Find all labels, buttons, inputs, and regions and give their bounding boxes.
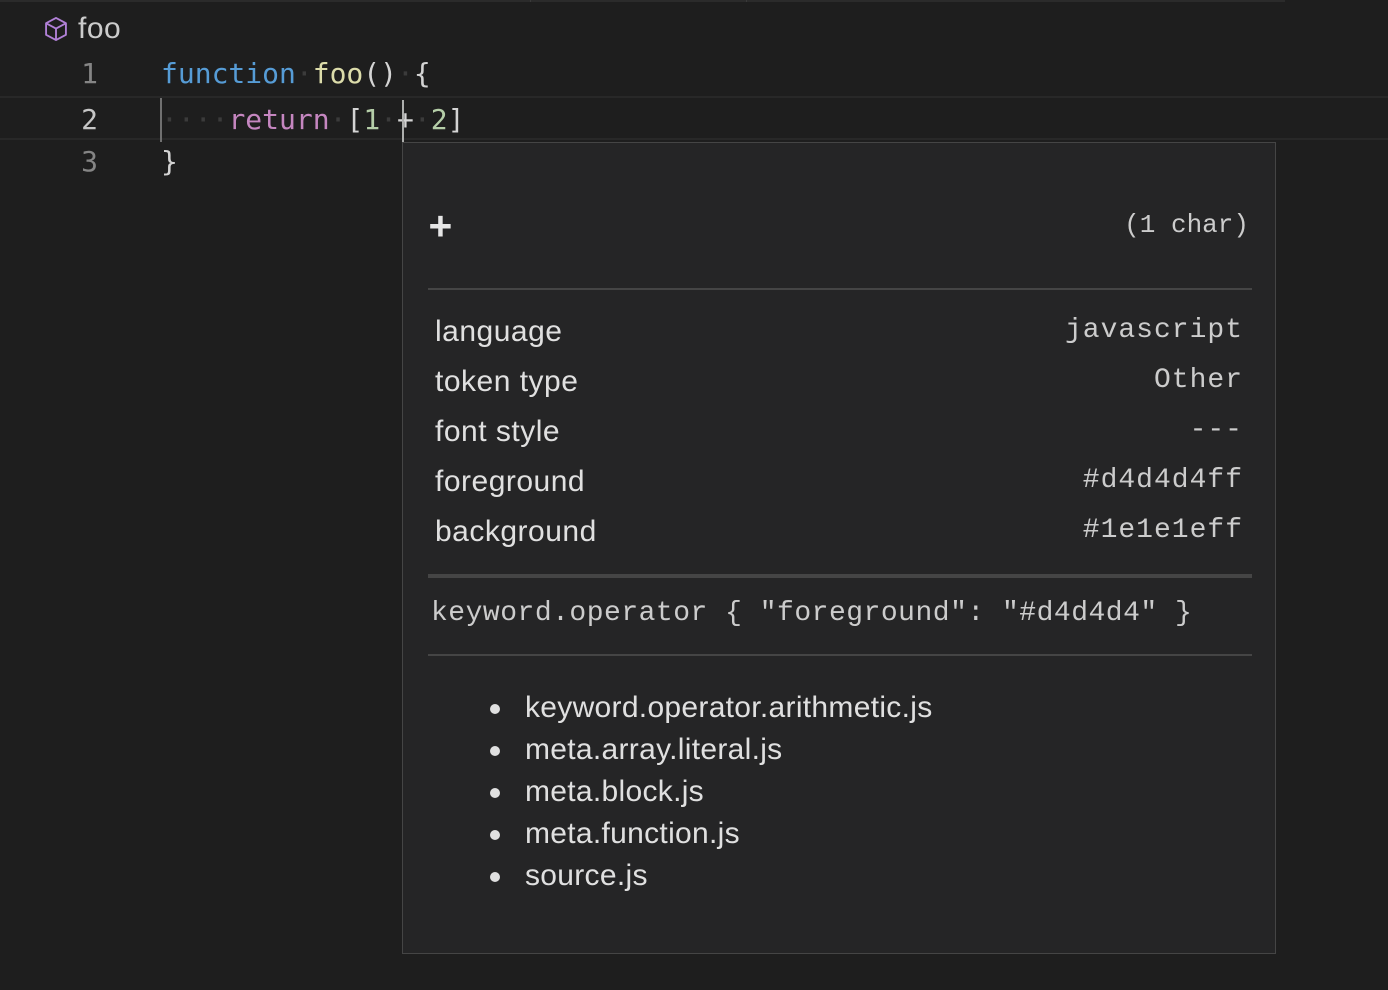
token-inspector-hover: + (1 char) language javascript token typ…: [402, 142, 1276, 954]
code-token: ]: [447, 103, 465, 136]
scope-name: meta.block.js: [525, 775, 704, 808]
whitespace-marker: ····: [161, 103, 229, 136]
token-length: (1 char): [1124, 210, 1249, 240]
code-token: foo: [312, 57, 364, 90]
scope-item: keyword.operator.arithmetic.js: [485, 687, 933, 729]
bullet-icon: [490, 872, 500, 882]
code-token: function: [161, 57, 296, 90]
breadcrumb[interactable]: foo: [42, 10, 121, 48]
scope-item: meta.function.js: [485, 813, 933, 855]
property-row: font style ---: [435, 411, 1243, 461]
inspected-token: +: [429, 203, 452, 247]
cube-icon: [45, 16, 67, 42]
divider: [428, 654, 1252, 656]
bullet-icon: [490, 704, 500, 714]
code-token: (): [363, 57, 398, 90]
line-number[interactable]: 1: [58, 52, 98, 96]
property-key: font style: [435, 415, 561, 448]
code-token: return: [228, 103, 330, 136]
code-token: }: [161, 145, 178, 178]
scope-item: meta.array.literal.js: [485, 729, 933, 771]
top-border-divider: [746, 0, 747, 2]
property-key: token type: [435, 365, 579, 398]
whitespace-marker: ·: [329, 103, 347, 136]
property-row: foreground #d4d4d4ff: [435, 461, 1243, 511]
code-line-text: function·foo()·{: [161, 52, 431, 96]
indent-guide: [160, 98, 162, 142]
code-line-text: ····return·[1·+·2]: [161, 98, 464, 142]
property-row: token type Other: [435, 361, 1243, 411]
property-key: foreground: [435, 465, 586, 498]
scope-name: source.js: [525, 859, 648, 892]
property-value: ---: [1189, 415, 1243, 446]
whitespace-marker: ·: [397, 57, 414, 90]
divider: [428, 574, 1252, 578]
scope-name: keyword.operator.arithmetic.js: [525, 691, 933, 724]
textmate-scopes-list: keyword.operator.arithmetic.js meta.arra…: [485, 687, 933, 897]
line-number[interactable]: 2: [58, 98, 98, 142]
inspector-header: + (1 char): [429, 203, 1249, 247]
property-value: Other: [1153, 365, 1243, 396]
property-value: #1e1e1eff: [1082, 515, 1243, 546]
whitespace-marker: ·: [295, 57, 313, 90]
theme-rule: keyword.operator { "foreground": "#d4d4d…: [431, 598, 1193, 629]
code-line-current[interactable]: 2 ····return·[1·+·2]: [0, 96, 1388, 140]
property-key: language: [435, 315, 563, 348]
scope-name: meta.function.js: [525, 817, 740, 850]
bullet-icon: [490, 746, 500, 756]
editor-top-border: [0, 0, 1285, 2]
whitespace-marker: ·: [380, 103, 398, 136]
token-properties: language javascript token type Other fon…: [435, 311, 1243, 561]
text-cursor: [402, 100, 404, 142]
code-token: {: [413, 57, 431, 90]
code-token: 1: [363, 103, 381, 136]
breadcrumb-symbol-label[interactable]: foo: [78, 12, 121, 46]
divider: [428, 288, 1252, 290]
property-value: javascript: [1064, 315, 1243, 346]
code-line-text: }: [161, 140, 178, 184]
scope-name: meta.array.literal.js: [525, 733, 783, 766]
code-token: +: [397, 103, 414, 136]
property-row: language javascript: [435, 311, 1243, 361]
bullet-icon: [490, 830, 500, 840]
property-key: background: [435, 515, 597, 548]
property-value: #d4d4d4ff: [1082, 465, 1243, 496]
scope-item: source.js: [485, 855, 933, 897]
scope-item: meta.block.js: [485, 771, 933, 813]
code-token: 2: [430, 103, 448, 136]
code-token: [: [346, 103, 364, 136]
whitespace-marker: ·: [413, 103, 431, 136]
top-border-divider: [530, 0, 531, 2]
code-line[interactable]: 1 function·foo()·{: [0, 52, 1388, 96]
line-number[interactable]: 3: [58, 140, 98, 184]
property-row: background #1e1e1eff: [435, 511, 1243, 561]
bullet-icon: [490, 788, 500, 798]
